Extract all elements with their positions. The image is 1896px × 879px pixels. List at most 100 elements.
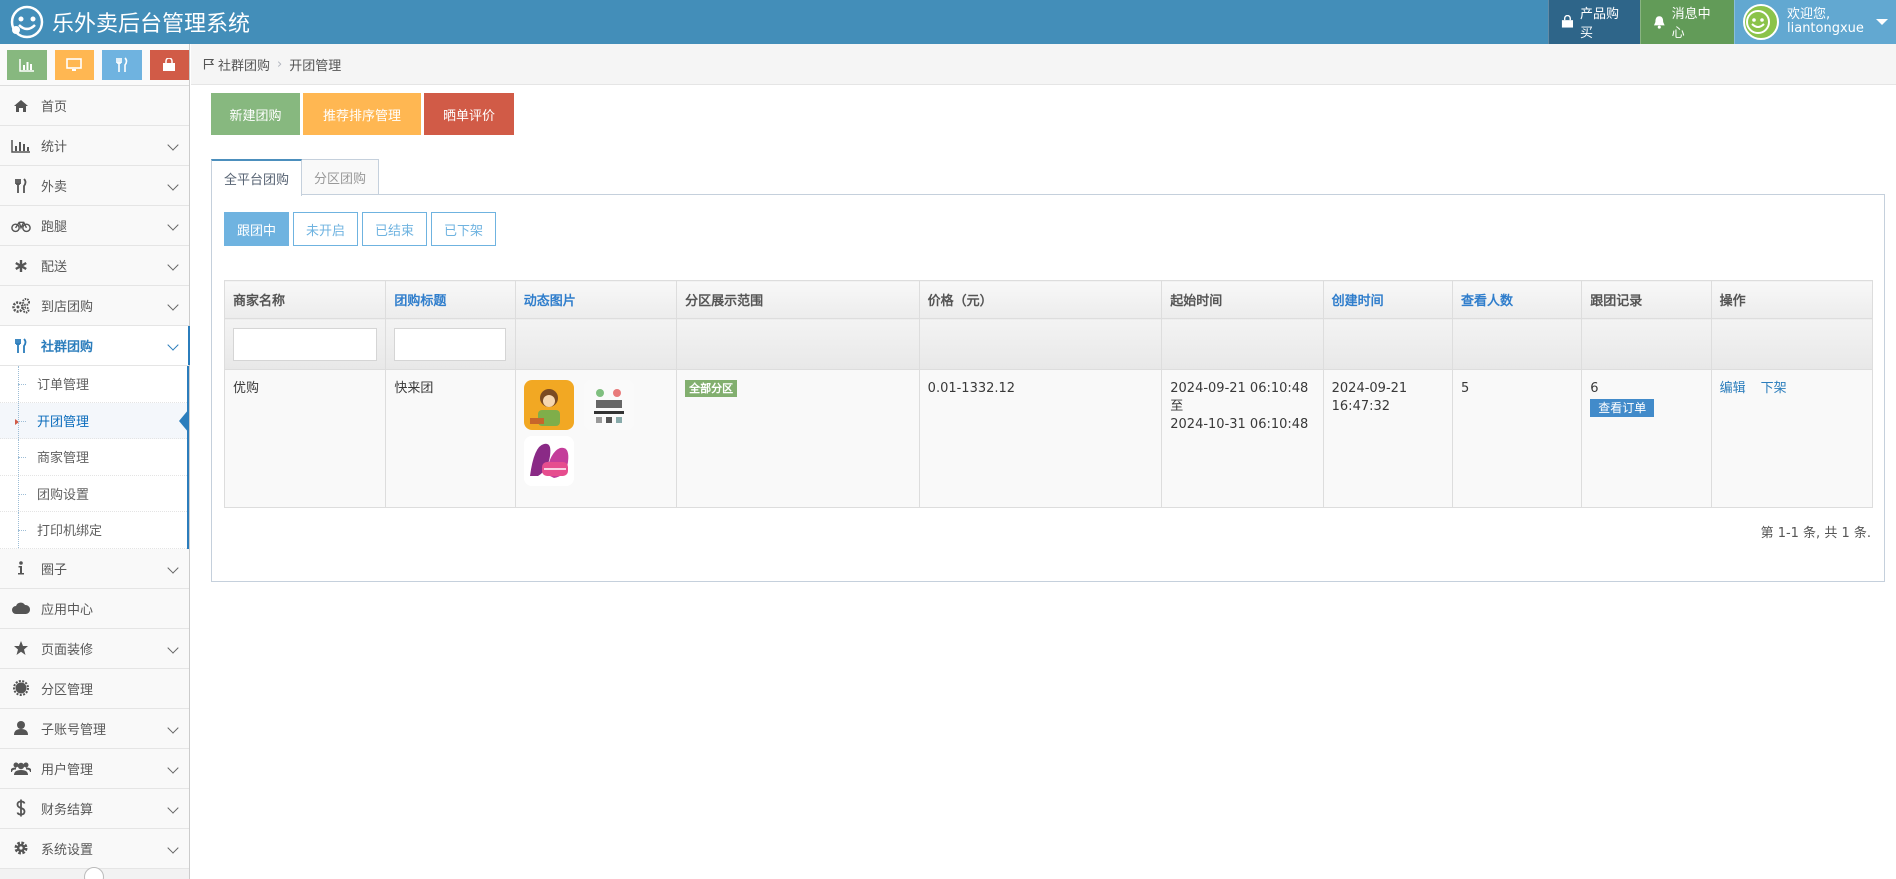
users-icon: [11, 762, 31, 775]
thumbnail-image[interactable]: [523, 436, 574, 486]
table-row: 优购 快来团 全部分区 0.01-1332.12 2024-09-21 06:1…: [223, 369, 1874, 508]
cloud-icon: [12, 602, 31, 614]
chart-icon: [19, 58, 34, 72]
shopping-bag-icon: [1561, 15, 1574, 28]
cell-merchant: 优购: [223, 369, 387, 508]
sidebar-item-stats[interactable]: 统计: [0, 126, 189, 166]
sidebar-collapse-button[interactable]: [84, 867, 104, 879]
breadcrumb-parent[interactable]: 社群团购: [218, 55, 270, 74]
cell-views: 5: [1451, 369, 1583, 508]
chevron-down-icon: [167, 259, 179, 271]
dynamic-images: [523, 380, 644, 486]
brand[interactable]: 乐外卖后台管理系统: [10, 0, 250, 44]
status-ended-button[interactable]: 已结束: [362, 212, 428, 246]
bar-chart-icon: [11, 139, 30, 153]
shortcut-chart-button[interactable]: [7, 49, 47, 80]
thumbnail-image[interactable]: [523, 380, 574, 430]
sidebar-subitem-group-settings[interactable]: 团购设置: [0, 475, 187, 512]
desktop-icon: [66, 57, 83, 71]
product-buy-button[interactable]: 产品购买: [1548, 0, 1640, 44]
chevron-down-icon: [167, 139, 179, 151]
edit-link[interactable]: 编辑: [1720, 381, 1746, 396]
tab-district[interactable]: 分区团购: [301, 159, 380, 195]
col-images[interactable]: 动态图片: [514, 280, 678, 319]
sidebar-item-errand[interactable]: 跑腿: [0, 206, 189, 246]
sidebar-item-app-center[interactable]: 应用中心: [0, 588, 189, 629]
chevron-down-icon: [167, 299, 179, 311]
shortcut-food-button[interactable]: [102, 49, 142, 80]
user-icon: [14, 721, 28, 735]
sidebar-subitem-group-manage[interactable]: 开团管理: [0, 402, 189, 439]
shortcut-bag-button[interactable]: [149, 49, 189, 80]
scope-badge: 全部分区: [685, 380, 738, 397]
col-price: 价格（元）: [918, 280, 1163, 319]
status-not-started-button[interactable]: 未开启: [293, 212, 359, 246]
sidebar-item-circle[interactable]: 圈子: [0, 548, 189, 589]
chevron-down-icon: [167, 561, 179, 574]
recommend-sort-button[interactable]: 推荐排序管理: [303, 93, 421, 135]
caret-right-icon: [15, 418, 19, 425]
sidebar-shortcuts: [0, 44, 189, 86]
pagination-info: 第 1-1 条, 共 1 条.: [1760, 526, 1871, 541]
main-content: 新建团购 推荐排序管理 晒单评价 全平台团购 分区团购 跟团中 未开启 已结束 …: [211, 93, 1885, 582]
group-buy-table: 商家名称 团购标题 动态图片 分区展示范围 价格（元） 起始时间 创建时间 查看…: [223, 280, 1874, 508]
col-merchant: 商家名称: [223, 280, 387, 319]
bicycle-icon: [11, 221, 31, 232]
col-scope: 分区展示范围: [676, 280, 920, 319]
tab-bar: 全平台团购 分区团购: [211, 159, 1885, 196]
col-title[interactable]: 团购标题: [385, 280, 516, 319]
cell-start-time: 2024-09-21 06:10:48 至 2024-10-31 06:10:4…: [1161, 369, 1324, 508]
community-group-submenu: 订单管理 开团管理 商家管理 团购设置 打印机绑定: [0, 366, 189, 549]
view-orders-button[interactable]: 查看订单: [1590, 399, 1655, 417]
tab-all-platform[interactable]: 全平台团购: [211, 159, 303, 196]
sidebar-subitem-orders[interactable]: 订单管理: [0, 366, 187, 403]
message-center-button[interactable]: 消息中心: [1640, 0, 1734, 44]
smile-icon: [1746, 10, 1770, 34]
star-icon: [14, 641, 28, 655]
sidebar: 首页 统计 外卖 跑腿 配送 到店团购 社群团购 订单管理 开团管理 商家管理 …: [0, 44, 190, 879]
offline-link[interactable]: 下架: [1761, 381, 1787, 396]
sidebar-item-district[interactable]: 分区管理: [0, 668, 189, 709]
merchant-filter-input[interactable]: [233, 327, 377, 361]
sidebar-subitem-printer[interactable]: 打印机绑定: [0, 512, 187, 549]
sidebar-item-store-group[interactable]: 到店团购: [0, 286, 189, 326]
chevron-up-icon: [167, 339, 179, 351]
sidebar-subitem-merchants[interactable]: 商家管理: [0, 439, 187, 476]
info-icon: [18, 561, 24, 575]
sidebar-item-finance[interactable]: 财务结算: [0, 788, 189, 829]
col-created-time[interactable]: 创建时间: [1322, 280, 1453, 319]
sidebar-item-system-settings[interactable]: 系统设置: [0, 828, 189, 869]
sidebar-item-sub-account[interactable]: 子账号管理: [0, 708, 189, 749]
sidebar-item-users[interactable]: 用户管理: [0, 748, 189, 789]
col-views[interactable]: 查看人数: [1451, 280, 1583, 319]
sidebar-item-page-decor[interactable]: 页面装修: [0, 628, 189, 669]
shortcut-desktop-button[interactable]: [54, 49, 94, 80]
breadcrumb: 社群团购 › 开团管理: [191, 44, 1896, 85]
app-title: 乐外卖后台管理系统: [52, 12, 251, 37]
top-navbar: 乐外卖后台管理系统 产品购买 消息中心 欢迎您, liantongxue: [0, 0, 1896, 44]
cogs-icon: [12, 297, 30, 313]
cell-price: 0.01-1332.12: [918, 369, 1163, 508]
cell-title: 快来团: [385, 369, 516, 508]
status-ongoing-button[interactable]: 跟团中: [224, 212, 290, 246]
cell-created-time: 2024-09-21 16:47:32: [1322, 369, 1453, 508]
cell-actions: 编辑 下架: [1710, 369, 1874, 508]
review-button[interactable]: 晒单评价: [424, 93, 514, 135]
sidebar-item-home[interactable]: 首页: [0, 86, 189, 126]
gear-icon: [14, 841, 28, 855]
user-menu[interactable]: 欢迎您, liantongxue: [1734, 0, 1896, 44]
col-start-time: 起始时间: [1161, 280, 1324, 319]
sidebar-item-delivery[interactable]: 配送: [0, 246, 189, 286]
status-offline-button[interactable]: 已下架: [431, 212, 497, 246]
new-group-buy-button[interactable]: 新建团购: [211, 93, 300, 135]
logo-icon: [10, 5, 44, 39]
title-filter-input[interactable]: [394, 327, 507, 361]
chevron-down-icon: [167, 841, 179, 854]
sidebar-item-community-group[interactable]: 社群团购: [0, 326, 190, 366]
sidebar-item-takeout[interactable]: 外卖: [0, 166, 189, 206]
thumbnail-image[interactable]: [583, 380, 634, 430]
dollar-icon: [16, 799, 26, 817]
cutlery-icon: [15, 337, 27, 353]
caret-down-icon: [1876, 19, 1888, 25]
action-bar: 新建团购 推荐排序管理 晒单评价: [211, 93, 1885, 135]
